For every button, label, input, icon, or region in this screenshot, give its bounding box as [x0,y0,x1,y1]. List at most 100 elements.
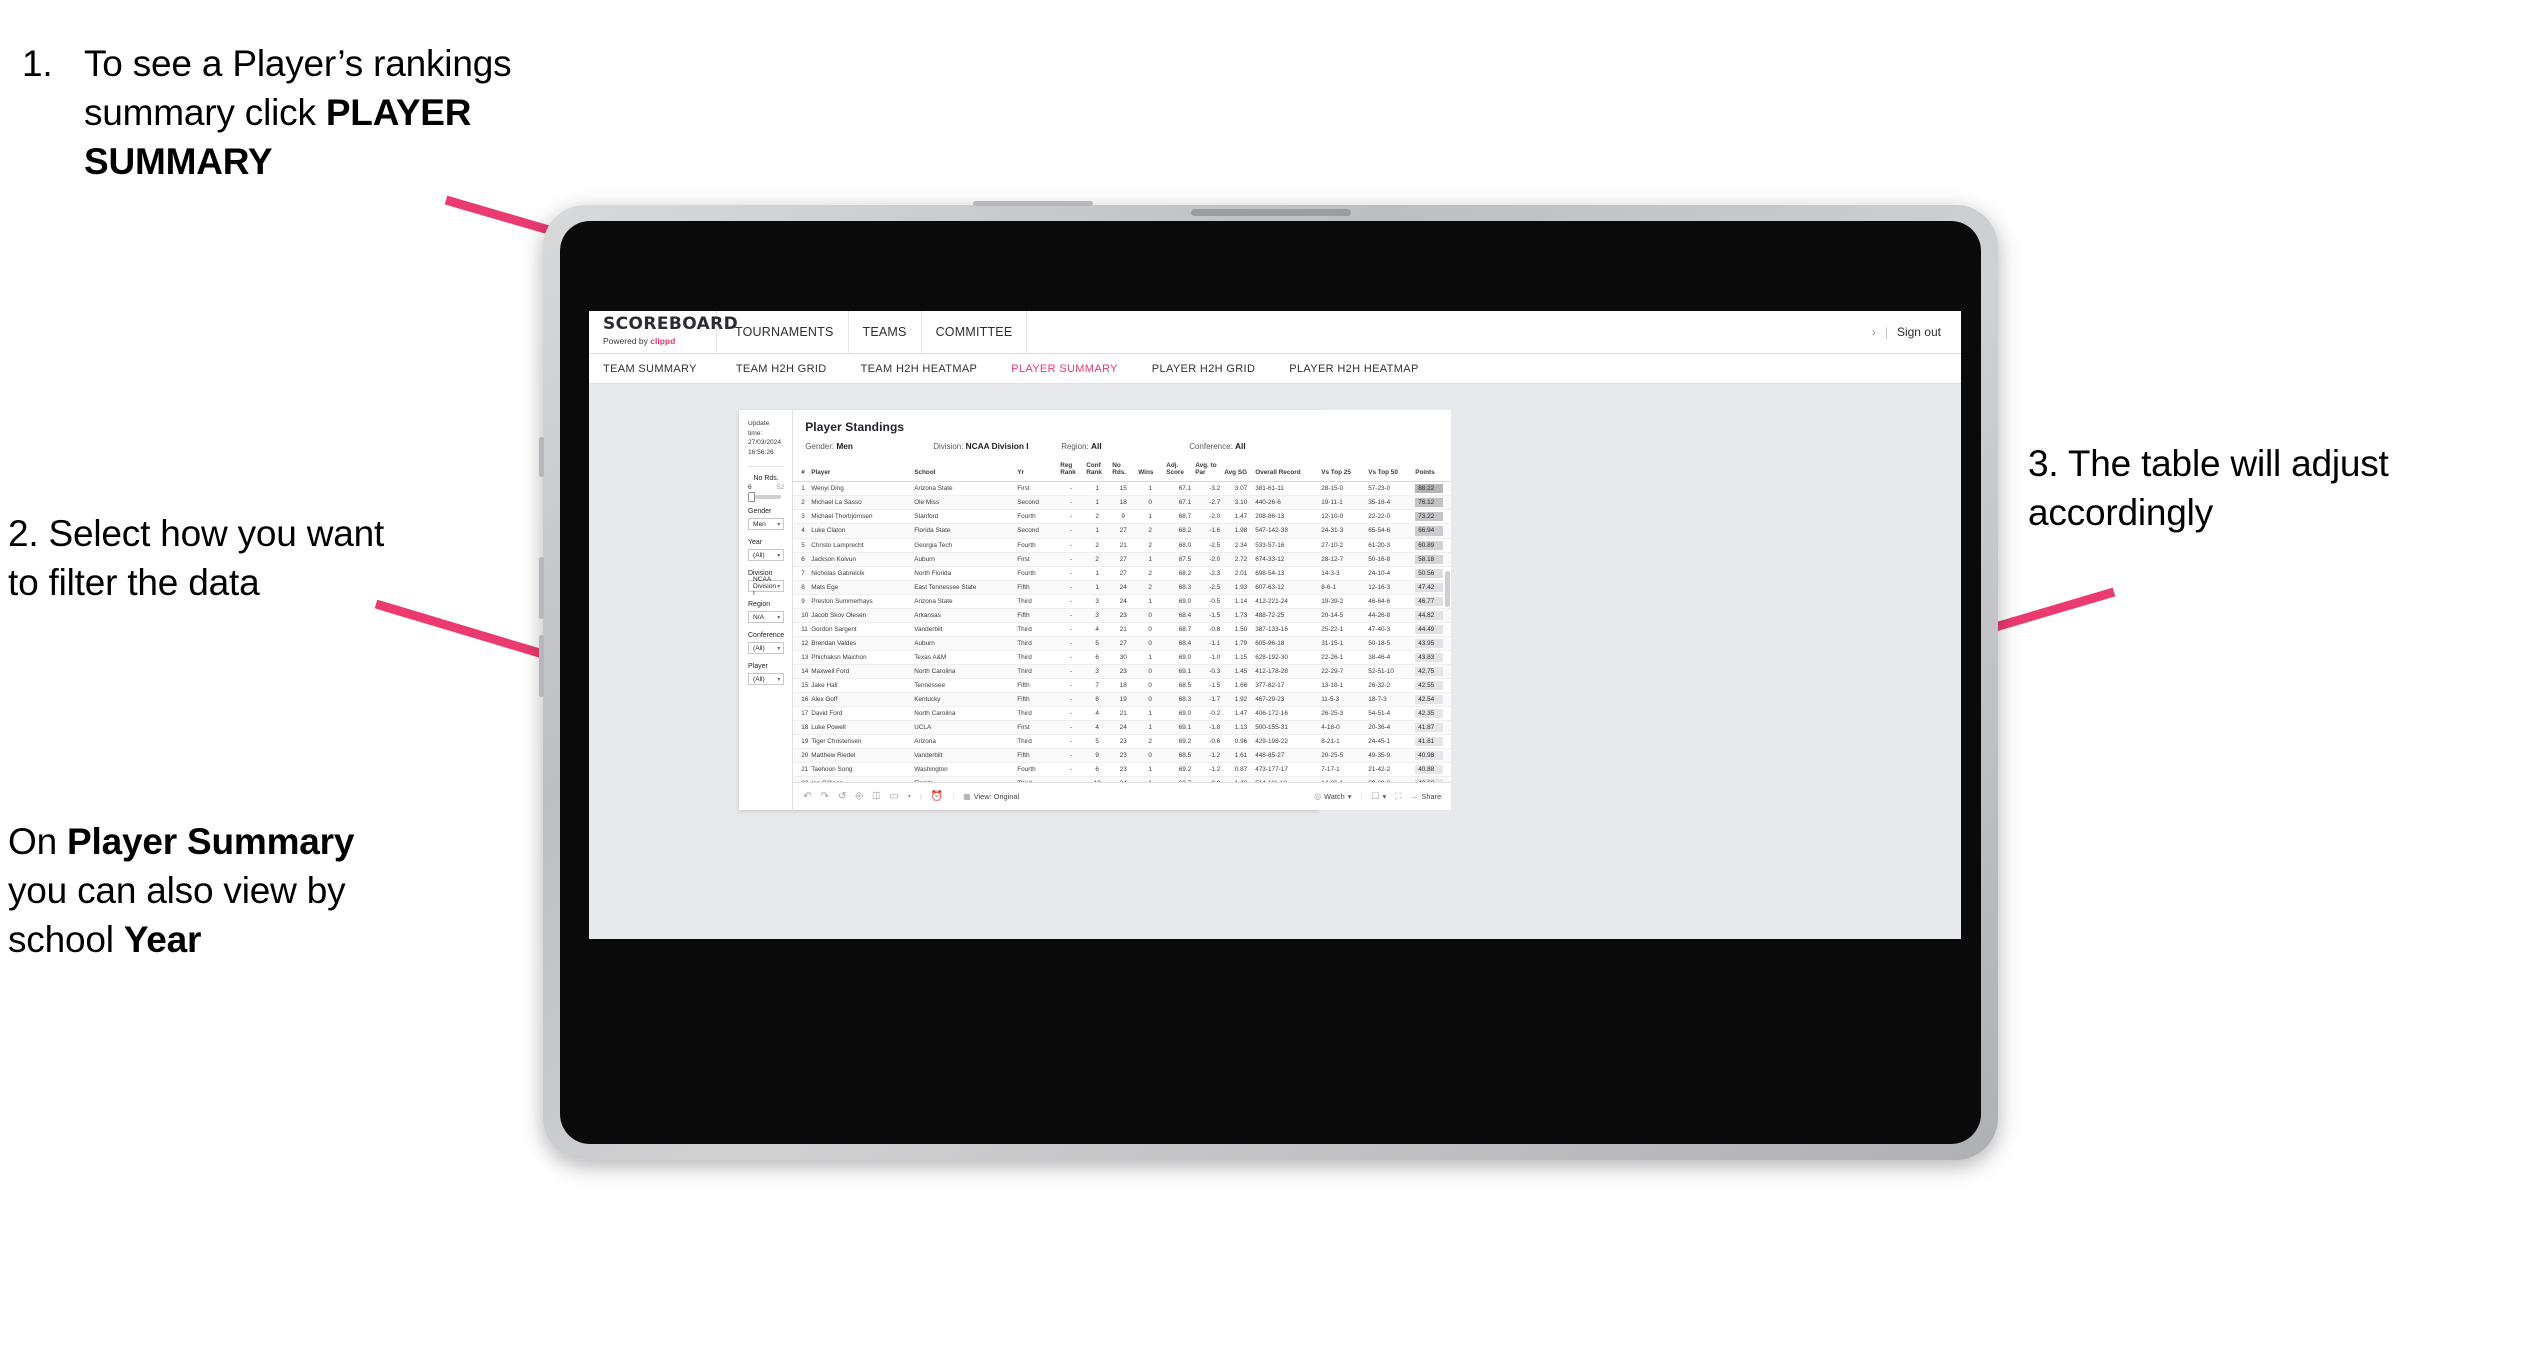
col-school[interactable]: School [912,459,1016,483]
subnav-team-h2h-grid[interactable]: TEAM H2H GRID [719,354,844,384]
table-row[interactable]: 10 Jacob Skov Olesen Arkansas Fifth -3 23 0 68.… [793,608,1452,623]
table-row[interactable]: 13 Phichaksn Maichon Texas A&M Third -6 30 1 69… [793,650,1452,665]
cell-adj-score: 69.1 [1164,720,1194,736]
download-button[interactable]: ☐ ▾ [1371,792,1386,802]
pause-updates-icon[interactable]: ⎅ [872,791,880,802]
table-row[interactable]: 22Ian GilliganFloridaThird-1024168.7-0.8… [793,776,1452,782]
table-row[interactable]: 19 Tiger Christensen Arizona Third -5 23 2 69.2… [793,734,1452,750]
subnav-player-summary[interactable]: PLAYER SUMMARY [994,354,1135,384]
col-points[interactable]: Points [1413,459,1452,483]
table-row[interactable]: 8 Mats Ege East Tennessee State Fifth -1 24 2 6… [793,580,1452,595]
filter-conference-select[interactable]: (All) ▾ [748,642,785,655]
cell-player: Michael La Sasso [809,495,913,511]
col-reg-rank[interactable]: Reg Rank [1058,459,1085,483]
cell-overall-record: 607-63-12 [1249,580,1320,595]
cell-player: Gordon Sargent [809,622,913,637]
table-row[interactable]: 11 Gordon Sargent Vanderbilt Third -4 21 0 68.7… [793,622,1452,637]
cell-player: David Ford [809,706,913,722]
col-adj-score[interactable]: Adj. Score [1164,459,1194,483]
col-conf-rank[interactable]: Conf Rank [1084,459,1111,483]
fullscreen-icon[interactable]: ⛶ [1395,792,1401,801]
chevron-down-icon: ▾ [777,676,781,683]
table-row[interactable]: 3 Michael Thorbjornsen Stanford Fourth -2 9 1 6… [793,509,1452,525]
col-overall-record[interactable]: Overall Record [1249,459,1320,483]
table-row[interactable]: 18 Luke Powell UCLA First -4 24 1 69.1 -1.8 1.13 5… [793,720,1452,736]
filter-player-select[interactable]: (All) ▾ [748,673,785,686]
table-row[interactable]: 14 Maxwell Ford North Carolina Third -3 23 0 69… [793,664,1452,680]
revert-icon[interactable]: ↺ [838,791,846,802]
table-row[interactable]: 12 Brendan Valdes Auburn Third -5 27 0 68.4 -1.1… [793,636,1452,651]
sign-out-link[interactable]: Sign out [1897,325,1941,339]
history-icon[interactable]: ⏰ [931,791,943,802]
cell-vs-top-50: 12-16-3 [1366,580,1414,595]
filter-year-select[interactable]: (All) ▾ [748,549,785,562]
cell-overall-record: 547-142-38 [1249,523,1320,539]
col-vs-top-50[interactable]: Vs Top 50 [1366,459,1414,483]
cell-avg-to-par: -1.5 [1193,608,1223,623]
cell-avg-to-par: -1.2 [1193,762,1223,778]
table-row[interactable]: 20 Matthew Riedel Vanderbilt Fifth -9 23 0 68.5… [793,748,1452,764]
table-row[interactable]: 21 Taehoon Song Washington Fourth -6 23 1 69.2-… [793,762,1452,778]
cell-reg-rank: - [1058,706,1085,722]
cell-no-rds: 23 [1110,608,1137,623]
redo-icon[interactable]: ↷ [821,791,829,802]
cell-conf-rank: 8 [1084,692,1111,708]
share-button[interactable]: ↔ Share [1410,792,1441,801]
nav-committee[interactable]: COMMITTEE [922,311,1028,353]
nav-teams[interactable]: TEAMS [849,311,922,353]
table-row[interactable]: 9 Preston Summerhays Arizona State Third -3 2… [793,594,1452,609]
filter-division-select[interactable]: NCAA Division I ▾ [748,576,785,597]
brand-logo[interactable]: SCOREBOARD Powered by clippd [589,311,738,353]
chevron-down-icon[interactable]: ▾ [908,794,911,800]
slider-track[interactable] [748,492,782,503]
points-badge: 40.68 [1415,779,1444,782]
subnav-player-h2h-grid[interactable]: PLAYER H2H GRID [1135,354,1272,384]
col-avg-sg[interactable]: Avg SG [1222,459,1250,483]
cell-player: Jake Hall [809,678,913,694]
summary-gender: Gender: Men [805,441,933,451]
cell-reg-rank: - [1058,734,1085,750]
watch-button[interactable]: ◎ Watch ▾ [1314,792,1351,801]
cell-points: 43.95 [1413,636,1452,651]
cell-school: Washington [912,762,1016,778]
view-original-button[interactable]: ▦ View: Original [963,792,1019,801]
col-player[interactable]: Player [809,459,913,483]
col-yr[interactable]: Yr [1015,459,1059,483]
cell-vs-top-25: 22-29-7 [1319,664,1367,680]
col-wins[interactable]: Wins [1136,459,1165,483]
subnav-team-h2h-heatmap[interactable]: TEAM H2H HEATMAP [844,354,995,384]
points-badge: 40.98 [1415,751,1444,761]
undo-icon[interactable]: ↶ [803,791,811,802]
rectangle-select-icon[interactable]: ▭ [889,791,898,802]
col-avg-to-par[interactable]: Avg. to Par [1193,459,1223,483]
col-vs-top-25[interactable]: Vs Top 25 [1319,459,1367,483]
cell-rank: 5 [793,538,810,553]
cell-vs-top-25: 8-21-1 [1319,734,1367,750]
slider-handle[interactable] [748,492,755,503]
filter-region-select[interactable]: N/A ▾ [748,611,785,624]
subnav-player-h2h-heatmap[interactable]: PLAYER H2H HEATMAP [1272,354,1435,384]
annotation-step-2: 2. Select how you want to filter the dat… [8,513,385,603]
vertical-scrollbar[interactable] [1445,571,1451,607]
cell-vs-top-50: 61-20-3 [1366,538,1414,553]
col-rank[interactable]: # [793,459,810,483]
filter-gender-select[interactable]: Men ▾ [748,518,785,531]
table-row[interactable]: 7 Nicholas Gabrelcik North Florida Fourth -1… [793,566,1452,581]
table-row[interactable]: 2 Michael La Sasso Ole Miss Second -1 18 0 67.1… [793,495,1452,511]
table-row[interactable]: 6 Jackson Koivun Auburn First -2 27 1 67.5 -2.0 2… [793,552,1452,567]
cell-wins: 0 [1136,608,1165,623]
table-row[interactable]: 15 Jake Hall Tennessee Fifth -7 18 0 68.5 -1.5 1.… [793,678,1452,694]
table-row[interactable]: 16 Alex Goff Kentucky Fifth -8 19 0 68.3 -1.7 1.9… [793,692,1452,708]
col-no-rds[interactable]: No Rds. [1110,459,1137,483]
refresh-data-icon[interactable]: ⎆ [855,791,863,802]
subnav-team-summary[interactable]: TEAM SUMMARY [603,354,719,384]
table-row[interactable]: 1 Wenyi Ding Arizona State First -1 15 1 67.1 -3… [793,481,1452,497]
cell-wins: 0 [1136,622,1165,637]
filter-no-rounds[interactable]: No Rds. 6 52 [748,475,784,503]
nav-tournaments[interactable]: TOURNAMENTS [717,311,849,353]
table-row[interactable]: 5 Christo Lamprecht Georgia Tech Fourth -2 21… [793,538,1452,553]
chevron-right-icon[interactable]: › [1872,325,1876,339]
table-row[interactable]: 4 Luke Claton Florida State Second -1 27 2 68.2… [793,523,1452,539]
table-row[interactable]: 17 David Ford North Carolina Third -4 21 1 69.0… [793,706,1452,722]
cell-overall-record: 381-61-11 [1249,481,1320,497]
